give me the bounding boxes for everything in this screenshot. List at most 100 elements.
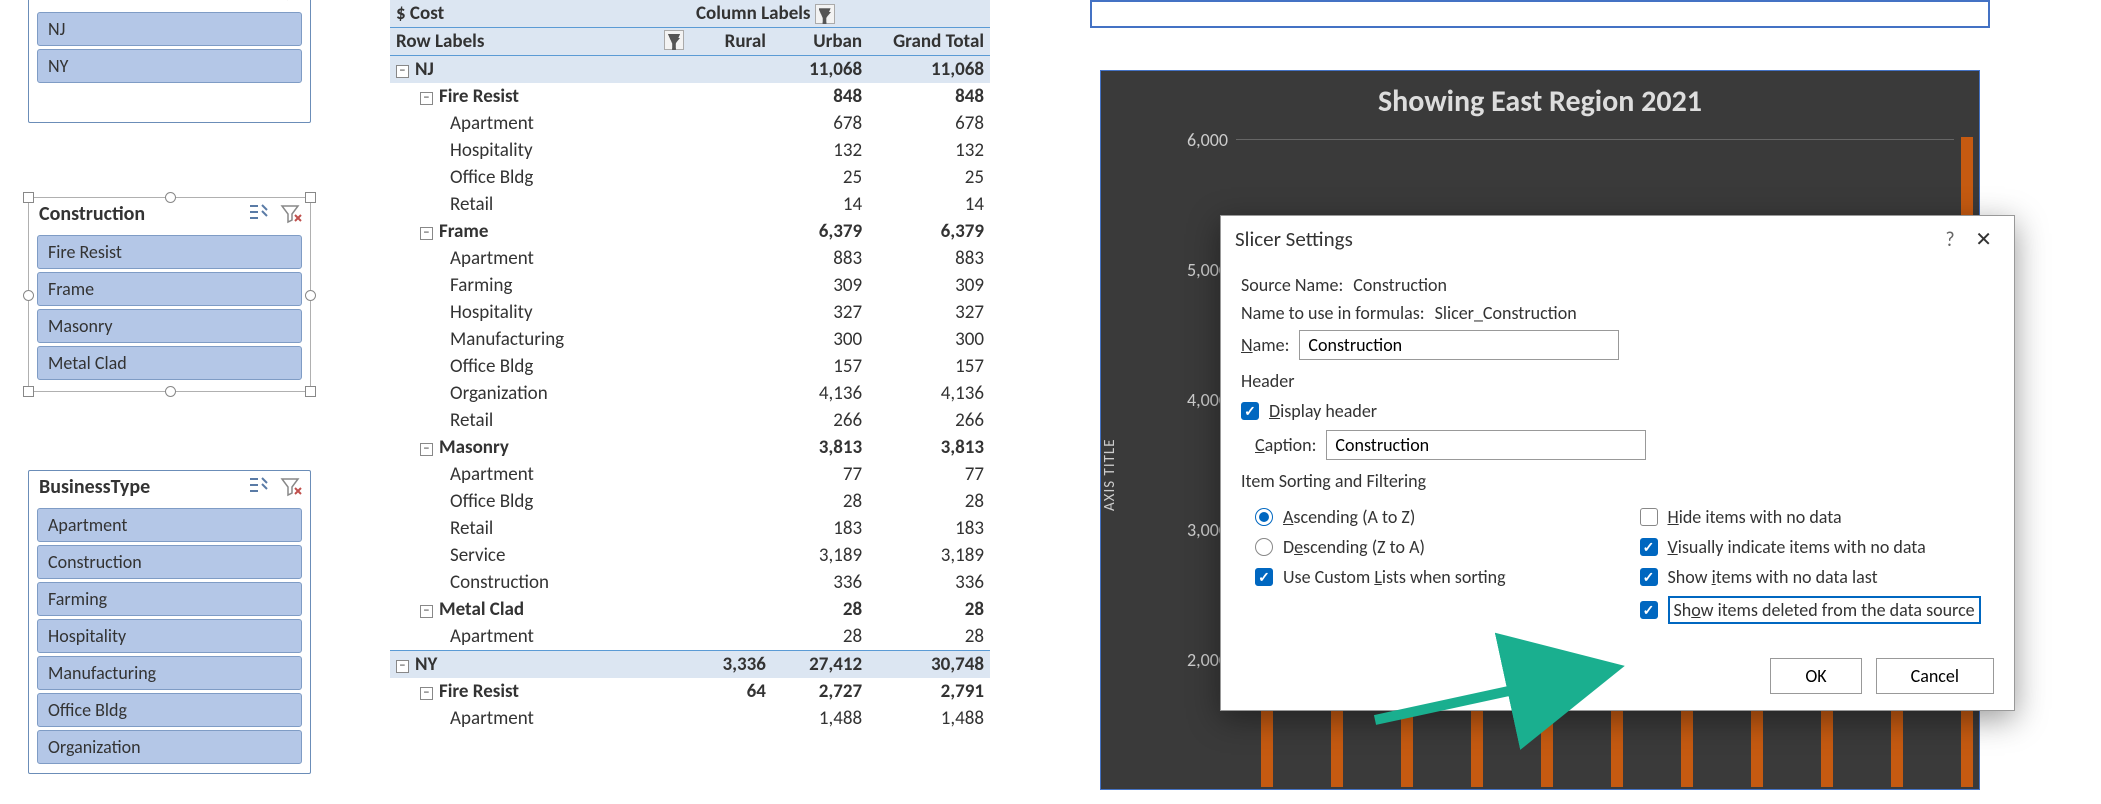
cell-value: 300 <box>868 326 990 353</box>
resize-handle[interactable] <box>305 290 316 301</box>
slicer-item-farming[interactable]: Farming <box>37 582 302 616</box>
cell-value: 336 <box>868 569 990 596</box>
resize-handle[interactable] <box>23 386 34 397</box>
resize-handle[interactable] <box>23 192 34 203</box>
table-row[interactable]: Apartment1,4881,488 <box>390 705 990 732</box>
table-row[interactable]: Service3,1893,189 <box>390 542 990 569</box>
table-row[interactable]: Apartment678678 <box>390 110 990 137</box>
slicer-item-masonry[interactable]: Masonry <box>37 309 302 343</box>
table-row[interactable]: Office Bldg2525 <box>390 164 990 191</box>
resize-handle[interactable] <box>305 386 316 397</box>
table-row[interactable]: Farming309309 <box>390 272 990 299</box>
table-row[interactable]: Office Bldg157157 <box>390 353 990 380</box>
resize-handle[interactable] <box>305 192 316 203</box>
collapse-icon[interactable]: − <box>420 687 433 700</box>
table-row[interactable]: Retail1414 <box>390 191 990 218</box>
pivot-col-urban: Urban <box>772 28 868 56</box>
cancel-button[interactable]: Cancel <box>1876 658 1994 694</box>
cell-value <box>690 110 772 137</box>
slicer-item-nj[interactable]: NJ <box>37 12 302 46</box>
close-icon[interactable]: ✕ <box>1967 224 2000 256</box>
resize-handle[interactable] <box>165 386 176 397</box>
collapse-icon[interactable]: − <box>420 92 433 105</box>
cell-value: 77 <box>868 461 990 488</box>
hide-nodata-checkbox[interactable] <box>1640 508 1658 526</box>
name-input[interactable] <box>1299 330 1619 360</box>
slicer-item-construction[interactable]: Construction <box>37 545 302 579</box>
show-nodata-last-checkbox[interactable] <box>1640 568 1658 586</box>
slicer-item-ny[interactable]: NY <box>37 49 302 83</box>
cell-value: 11,068 <box>772 56 868 84</box>
slicer-item-hospitality[interactable]: Hospitality <box>37 619 302 653</box>
multi-select-icon[interactable] <box>248 203 270 225</box>
table-row[interactable]: −Frame6,3796,379 <box>390 218 990 245</box>
table-row[interactable]: Organization4,1364,136 <box>390 380 990 407</box>
resize-handle[interactable] <box>165 192 176 203</box>
slicer-businesstype[interactable]: BusinessType Apartment Construction Farm… <box>28 470 311 774</box>
slicer-item-apartment[interactable]: Apartment <box>37 508 302 542</box>
table-row[interactable]: Manufacturing300300 <box>390 326 990 353</box>
cell-value: 11,068 <box>868 56 990 84</box>
row-label: Masonry <box>439 436 509 459</box>
slicer-item-fire-resist[interactable]: Fire Resist <box>37 235 302 269</box>
formula-bar-fragment[interactable] <box>1090 0 1990 28</box>
clear-filter-icon[interactable] <box>280 203 302 225</box>
cell-value <box>690 515 772 542</box>
table-row[interactable]: −NJ11,06811,068 <box>390 56 990 84</box>
custom-lists-label: Use Custom Lists when sorting <box>1283 566 1506 588</box>
table-row[interactable]: −Metal Clad2828 <box>390 596 990 623</box>
collapse-icon[interactable]: − <box>420 443 433 456</box>
slicer-item-frame[interactable]: Frame <box>37 272 302 306</box>
multi-select-icon[interactable] <box>248 0 270 2</box>
collapse-icon[interactable]: − <box>396 660 409 673</box>
visually-indicate-label: Visually indicate items with no data <box>1668 536 1926 558</box>
ok-button[interactable]: OK <box>1770 658 1861 694</box>
table-row[interactable]: Office Bldg2828 <box>390 488 990 515</box>
cell-value: 28 <box>868 488 990 515</box>
column-filter-icon[interactable] <box>815 4 835 24</box>
clear-filter-icon[interactable] <box>280 476 302 498</box>
cell-value: 25 <box>868 164 990 191</box>
descending-radio[interactable] <box>1255 538 1273 556</box>
caption-input[interactable] <box>1326 430 1646 460</box>
pivot-table[interactable]: $ Cost Column Labels Row Labels Rural Ur… <box>390 0 990 732</box>
table-row[interactable]: Apartment2828 <box>390 623 990 651</box>
table-row[interactable]: −Masonry3,8133,813 <box>390 434 990 461</box>
clear-filter-icon[interactable] <box>280 0 302 2</box>
table-row[interactable]: Retail183183 <box>390 515 990 542</box>
slicer-construction[interactable]: Construction Fire Resist Frame Masonry M… <box>28 197 311 392</box>
ascending-radio[interactable] <box>1255 508 1273 526</box>
cell-value <box>690 569 772 596</box>
cell-value <box>690 488 772 515</box>
show-deleted-checkbox[interactable] <box>1640 601 1658 619</box>
table-row[interactable]: Retail266266 <box>390 407 990 434</box>
visually-indicate-checkbox[interactable] <box>1640 538 1658 556</box>
slicer-item-manufacturing[interactable]: Manufacturing <box>37 656 302 690</box>
table-row[interactable]: −NY3,33627,41230,748 <box>390 651 990 679</box>
table-row[interactable]: Construction336336 <box>390 569 990 596</box>
cell-value: 336 <box>772 569 868 596</box>
slicer-state[interactable]: State NJ NY <box>28 0 311 123</box>
collapse-icon[interactable]: − <box>420 605 433 618</box>
multi-select-icon[interactable] <box>248 476 270 498</box>
display-header-checkbox[interactable] <box>1241 402 1259 420</box>
cell-value: 678 <box>772 110 868 137</box>
slicer-item-metal-clad[interactable]: Metal Clad <box>37 346 302 380</box>
slicer-settings-dialog: Slicer Settings ? ✕ Source Name: Constru… <box>1220 215 2015 711</box>
slicer-item-organization[interactable]: Organization <box>37 730 302 764</box>
collapse-icon[interactable]: − <box>396 65 409 78</box>
row-filter-icon[interactable] <box>664 30 684 50</box>
resize-handle[interactable] <box>23 290 34 301</box>
table-row[interactable]: −Fire Resist642,7272,791 <box>390 678 990 705</box>
table-row[interactable]: Hospitality132132 <box>390 137 990 164</box>
slicer-item-office-bldg[interactable]: Office Bldg <box>37 693 302 727</box>
table-row[interactable]: Hospitality327327 <box>390 299 990 326</box>
table-row[interactable]: Apartment883883 <box>390 245 990 272</box>
table-row[interactable]: −Fire Resist848848 <box>390 83 990 110</box>
help-icon[interactable]: ? <box>1937 224 1962 256</box>
row-label: Farming <box>450 274 512 297</box>
custom-lists-checkbox[interactable] <box>1255 568 1273 586</box>
collapse-icon[interactable]: − <box>420 227 433 240</box>
row-label: Fire Resist <box>439 680 519 703</box>
table-row[interactable]: Apartment7777 <box>390 461 990 488</box>
